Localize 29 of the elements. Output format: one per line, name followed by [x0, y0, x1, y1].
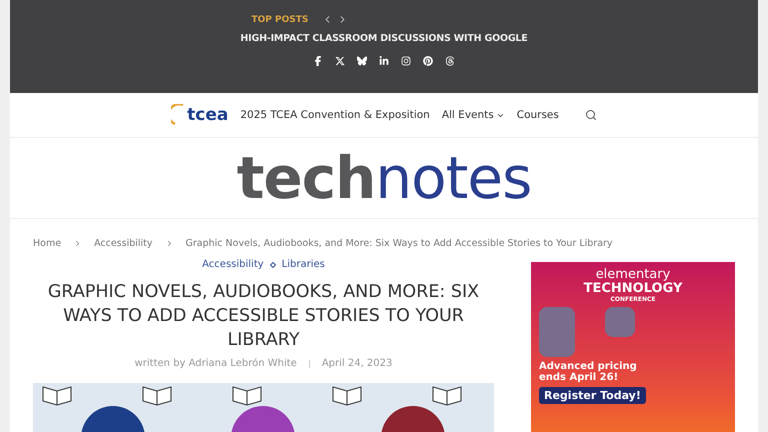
- ad-text: TECHNOLOGY: [584, 282, 682, 296]
- article-date: April 24, 2023: [322, 358, 392, 369]
- ad-text: elementary: [596, 268, 670, 282]
- diamond-icon: [270, 262, 276, 268]
- breadcrumb-link[interactable]: Home: [33, 238, 62, 249]
- breadcrumb-link[interactable]: Graphic Novels, Audiobooks, and More: Six Ways to Add Accessible Stories to Your Library: [186, 238, 613, 249]
- nav-link[interactable]: 2025 TCEA Convention & Exposition: [240, 109, 430, 121]
- search-icon[interactable]: [584, 109, 597, 121]
- category-link[interactable]: Accessibility: [202, 259, 264, 270]
- nav-link[interactable]: All Events: [442, 109, 505, 121]
- article-title: GRAPHIC NOVELS, AUDIOBOOKS, AND MORE: SIX WAYS TO ADD ACCESSIBLE STORIES TO YOUR LIBRARY: [46, 281, 480, 352]
- photo-placeholder: [605, 307, 635, 338]
- bluesky-icon[interactable]: [357, 56, 367, 66]
- facebook-icon[interactable]: [313, 56, 323, 66]
- tcea-logo[interactable]: tcea: [171, 104, 228, 126]
- instagram-icon[interactable]: [401, 56, 411, 66]
- x-icon[interactable]: [335, 56, 345, 66]
- ad-offer: Advanced pricing ends April 26!: [539, 361, 638, 384]
- register-button[interactable]: Register Today!: [539, 387, 646, 404]
- top-posts-label: TOP POSTS: [252, 14, 308, 24]
- photo-placeholder: [539, 307, 575, 358]
- headline-link[interactable]: HIGH-IMPACT CLASSROOM DISCUSSIONS WITH GOOGLE: [240, 33, 528, 44]
- breadcrumb-link[interactable]: Accessibility: [94, 238, 153, 249]
- linkedin-icon[interactable]: [379, 56, 389, 66]
- threads-icon[interactable]: [445, 56, 455, 66]
- pinterest-icon[interactable]: [423, 56, 433, 66]
- category-link[interactable]: Libraries: [282, 259, 325, 270]
- nav-link[interactable]: Courses: [516, 109, 559, 121]
- technotes-logo[interactable]: technotes: [236, 149, 532, 207]
